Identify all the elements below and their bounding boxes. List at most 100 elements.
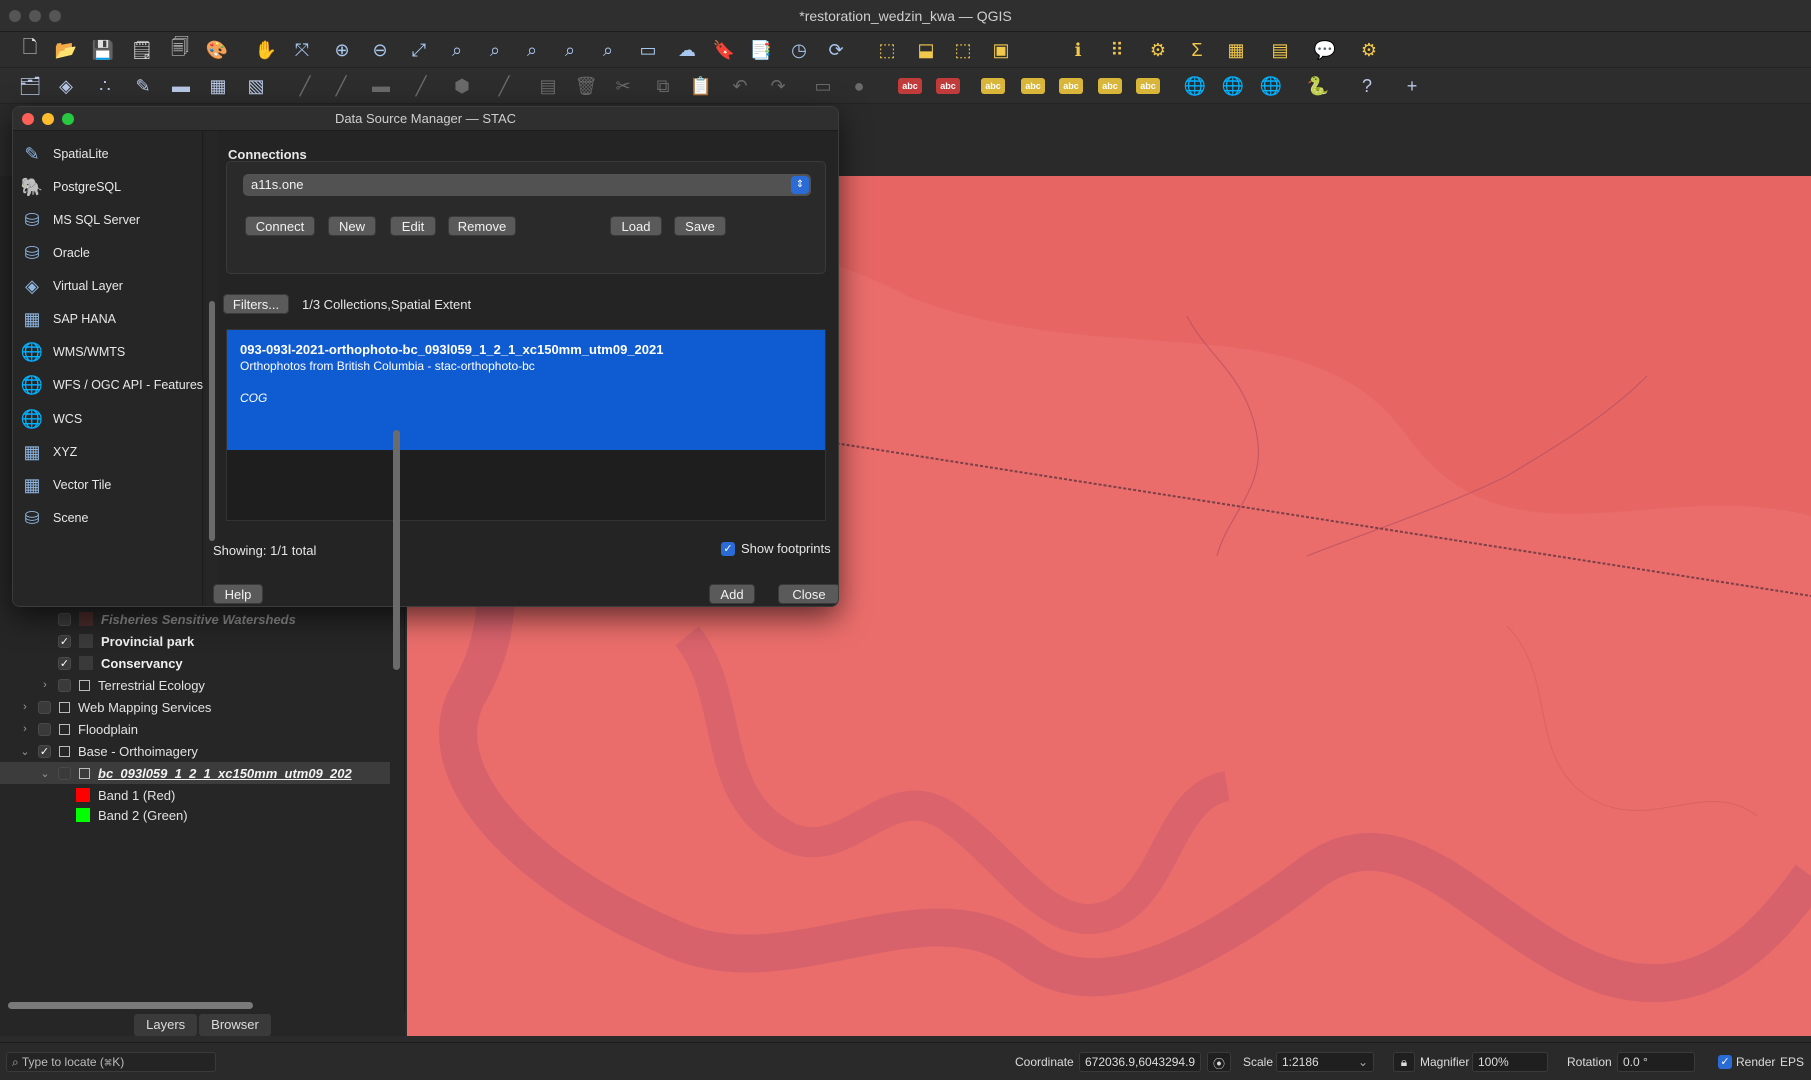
identify-icon[interactable]: ℹ <box>1066 38 1090 62</box>
zoom-layer-icon[interactable]: ⌕ <box>483 38 507 62</box>
abc-move-icon[interactable]: abc <box>981 78 1005 94</box>
abc-rotate-icon[interactable]: abc <box>1021 78 1045 94</box>
chevron-right-icon[interactable]: ⌄ <box>18 745 32 758</box>
layer-tree-item[interactable]: › Floodplain <box>18 718 138 740</box>
layer-tree-item[interactable]: ⌄ bc_093l059_1_2_1_xc150mm_utm09_202 <box>0 762 390 784</box>
help-button[interactable]: Help <box>213 584 263 604</box>
layer-visibility-checkbox[interactable]: ✓ <box>58 634 71 648</box>
settings-icon[interactable]: ⚙ <box>1146 38 1170 62</box>
vertex-tool-icon[interactable]: ▧ <box>244 74 268 98</box>
provider-scroll-thumb[interactable] <box>209 301 215 541</box>
save-connections-button[interactable]: Save <box>674 216 726 236</box>
move-icon[interactable]: ╱ <box>329 74 353 98</box>
abc-red-label-icon[interactable]: abc <box>936 78 960 94</box>
field-calc-icon[interactable]: ▤ <box>1268 38 1292 62</box>
layer-tree-item[interactable]: Fisheries Sensitive Watersheds <box>38 608 296 630</box>
dialog-close-dot[interactable] <box>22 113 34 125</box>
merge-icon[interactable]: ▤ <box>536 74 560 98</box>
pan-icon[interactable]: ✋ <box>254 38 278 62</box>
layer-tree-item[interactable]: Band 1 (Red) <box>76 784 175 806</box>
provider-item[interactable]: ⛁ Scene <box>19 503 88 533</box>
wfs-globe-icon[interactable]: 🌐 <box>1221 74 1245 98</box>
deselect-icon[interactable]: ⬚ <box>951 38 975 62</box>
metasearch-icon[interactable]: 🌐 <box>1259 74 1283 98</box>
layers-horizontal-scrollbar[interactable] <box>8 1002 253 1009</box>
provider-item[interactable]: ◈ Virtual Layer <box>19 271 123 301</box>
layer-tree-item[interactable]: ⌄ ✓ Base - Orthoimagery <box>18 740 198 762</box>
data-source-manager-icon[interactable]: 🗂 <box>18 74 42 98</box>
new-layout-icon[interactable]: 🗒 <box>130 38 154 62</box>
connection-select[interactable]: a11s.one ⇕ <box>243 174 811 196</box>
zoom-native-icon[interactable]: ⌕ <box>520 38 544 62</box>
layer-visibility-checkbox[interactable] <box>58 766 71 780</box>
zoom-full-icon[interactable]: ⤢ <box>407 38 431 62</box>
select-features-icon[interactable]: ⬚ <box>875 38 899 62</box>
style-manager-icon[interactable]: 🎨 <box>205 38 229 62</box>
zoom-selection-icon[interactable]: ⌕ <box>445 38 469 62</box>
wms-globe-icon[interactable]: 🌐 <box>1183 74 1207 98</box>
layer-visibility-checkbox[interactable] <box>38 722 51 736</box>
select-value-icon[interactable]: ⬓ <box>914 38 938 62</box>
coordinate-field[interactable]: 672036.9,6043294.9 <box>1079 1052 1201 1072</box>
provider-item[interactable]: ✎ SpatiaLite <box>19 139 108 169</box>
dialog-minimize-dot[interactable] <box>42 113 54 125</box>
show-bookmarks-icon[interactable]: 📑 <box>749 38 773 62</box>
provider-item[interactable]: ▦ Vector Tile <box>19 470 111 500</box>
layer-tree-item[interactable]: › Web Mapping Services <box>18 696 211 718</box>
layer-visibility-checkbox[interactable]: ✓ <box>58 656 71 670</box>
digitize-icon[interactable]: ∴ <box>93 74 117 98</box>
layout-manager-icon[interactable]: 🗐 <box>168 37 192 62</box>
provider-scrollbar[interactable] <box>206 131 218 606</box>
layer-visibility-checkbox[interactable] <box>58 678 71 692</box>
crs-button[interactable]: EPS <box>1780 1055 1804 1069</box>
new-3d-view-icon[interactable]: ☁ <box>675 38 699 62</box>
provider-item[interactable]: 🌐 WMS/WMTS <box>19 337 125 367</box>
label-tool-icon[interactable]: ▭ <box>811 74 835 98</box>
new-map-view-icon[interactable]: ▭ <box>636 38 660 62</box>
python-icon[interactable]: 🐍 <box>1306 74 1330 98</box>
chevron-right-icon[interactable]: › <box>38 679 52 691</box>
show-footprints-checkbox[interactable]: ✓ <box>721 541 735 556</box>
layer-visibility-checkbox[interactable] <box>38 700 51 714</box>
new-connection-button[interactable]: New <box>328 216 376 236</box>
rotate-icon[interactable]: ⬢ <box>450 74 474 98</box>
provider-item[interactable]: ▦ XYZ <box>19 437 77 467</box>
layer-tree-item[interactable]: ✓ Conservancy <box>38 652 183 674</box>
new-layer-icon[interactable]: ◈ <box>54 74 78 98</box>
layer-visibility-checkbox[interactable]: ✓ <box>38 744 51 758</box>
provider-item[interactable]: ▦ SAP HANA <box>19 304 116 334</box>
provider-item[interactable]: ⛁ Oracle <box>19 238 89 268</box>
edit-pencil-icon[interactable]: ✎ <box>131 74 155 98</box>
chevron-right-icon[interactable]: ⌄ <box>38 767 52 780</box>
crosshair-icon[interactable]: + <box>1400 74 1424 98</box>
zoom-in-icon[interactable]: ⊕ <box>330 38 354 62</box>
scale-field[interactable]: 1:2186 ⌄ <box>1276 1052 1374 1072</box>
dialog-zoom-dot[interactable] <box>62 113 74 125</box>
layer-tree-item[interactable]: Band 2 (Green) <box>76 804 188 826</box>
temporal-icon[interactable]: ◷ <box>787 38 811 62</box>
close-button[interactable]: Close <box>778 584 838 604</box>
delete-icon[interactable]: ▬ <box>369 74 393 98</box>
results-list[interactable]: 093-093l-2021-orthophoto-bc_093l059_1_2_… <box>226 329 826 521</box>
result-item[interactable]: 093-093l-2021-orthophoto-bc_093l059_1_2_… <box>227 330 825 450</box>
chevron-right-icon[interactable]: › <box>18 701 32 713</box>
new-project-icon[interactable]: 🗋 <box>18 37 42 62</box>
lock-scale-icon[interactable]: 🔒︎ <box>1393 1052 1415 1072</box>
layer-tree-item[interactable]: › Terrestrial Ecology <box>38 674 205 696</box>
cut-icon[interactable]: ✂ <box>611 74 635 98</box>
save-edits-icon[interactable]: ▬ <box>169 74 193 98</box>
provider-item[interactable]: 🌐 WCS <box>19 404 82 434</box>
zoom-last-icon[interactable]: ⌕ <box>558 38 582 62</box>
edit-connection-button[interactable]: Edit <box>390 216 436 236</box>
redo-icon[interactable]: ↷ <box>766 74 790 98</box>
undo-icon[interactable]: ↶ <box>728 74 752 98</box>
trash-icon[interactable]: 🗑 <box>574 74 598 98</box>
add-button[interactable]: Add <box>709 584 755 604</box>
magnifier-field[interactable]: 100% <box>1472 1052 1548 1072</box>
split-icon[interactable]: ╱ <box>409 74 433 98</box>
bookmark-icon[interactable]: 🔖 <box>712 38 736 62</box>
copy-icon[interactable]: ⧉ <box>651 74 675 98</box>
modify-icon[interactable]: ╱ <box>293 74 317 98</box>
abc-change-icon[interactable]: abc <box>1059 78 1083 94</box>
render-checkbox[interactable]: ✓ <box>1718 1055 1732 1069</box>
